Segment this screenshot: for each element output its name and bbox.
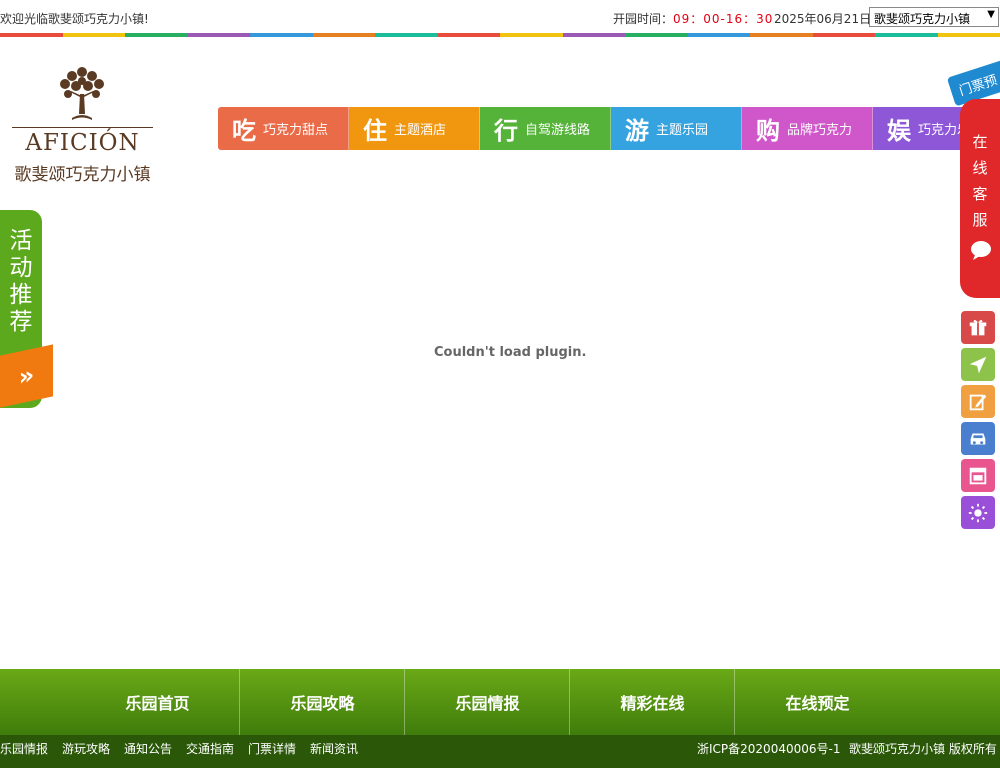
current-date: 2025年06月21日 xyxy=(774,12,872,26)
nav-item-char: 娱 xyxy=(887,117,911,145)
site-select-value: 歌斐颂巧克力小镇 xyxy=(874,12,971,26)
footer-link[interactable]: 交通指南 xyxy=(186,740,234,757)
edit-button[interactable] xyxy=(961,385,995,418)
nav-item-label: 主题酒店 xyxy=(394,123,447,138)
edit-icon xyxy=(969,394,987,410)
footer-link[interactable]: 通知公告 xyxy=(124,740,172,757)
nav-item-3[interactable]: 游主题乐园 xyxy=(611,107,742,150)
layout-icon xyxy=(969,467,987,484)
nav-item-char: 行 xyxy=(494,117,518,145)
footer: 浙ICP备2020040006号-1 歌斐颂巧克力小镇 版权所有 乐园情报 游玩攻… xyxy=(0,735,1000,768)
activity-promo-tab[interactable]: 活动推荐 » xyxy=(0,210,53,408)
nav-item-label: 主题乐园 xyxy=(656,123,709,138)
color-stripe xyxy=(0,33,1000,37)
logo-english: AFICIÓN xyxy=(25,130,140,156)
nav-item-0[interactable]: 吃巧克力甜点 xyxy=(218,107,349,150)
bottom-nav-item[interactable]: 精彩在线 xyxy=(570,669,735,735)
nav-item-label: 品牌巧克力 xyxy=(787,123,853,138)
nav-item-char: 购 xyxy=(756,117,780,145)
footer-link[interactable]: 游玩攻略 xyxy=(62,740,110,757)
copyright-text: 歌斐颂巧克力小镇 版权所有 xyxy=(849,742,997,756)
top-bar: 欢迎光临歌斐颂巧克力小镇! 开园时间： 09：00-16：30 2025年06月… xyxy=(0,0,1000,34)
nav-item-2[interactable]: 行自驾游线路 xyxy=(480,107,611,150)
bottom-nav: 乐园首页 乐园攻略 乐园情报 精彩在线 在线预定 xyxy=(0,669,1000,735)
footer-link[interactable]: 门票详情 xyxy=(248,740,296,757)
nav-item-label: 巧克力甜点 xyxy=(263,123,329,138)
online-service-button[interactable]: 在线客服 xyxy=(960,99,1000,298)
tree-logo-icon xyxy=(60,67,104,120)
bottom-nav-item[interactable]: 乐园情报 xyxy=(405,669,570,735)
nav-item-1[interactable]: 住主题酒店 xyxy=(349,107,480,150)
car-icon xyxy=(970,433,986,444)
chat-bubble-icon xyxy=(971,241,991,260)
logo-chinese: 歌斐颂巧克力小镇 xyxy=(14,165,151,185)
bottom-nav-item[interactable]: 在线预定 xyxy=(735,669,900,735)
footer-link[interactable]: 乐园情报 xyxy=(0,740,48,757)
chevron-down-icon: ▼ xyxy=(987,9,995,20)
double-arrow-icon: » xyxy=(0,344,53,408)
online-service-label: 在线客服 xyxy=(972,133,988,229)
navigation-icon xyxy=(969,356,987,373)
opening-hours: 09：00-16：30 xyxy=(673,12,774,26)
bottom-nav-item[interactable]: 乐园攻略 xyxy=(240,669,405,735)
nav-item-char: 住 xyxy=(363,117,387,145)
nav-item-char: 吃 xyxy=(232,117,256,145)
plugin-error-message: Couldn't load plugin. xyxy=(434,345,587,360)
car-button[interactable] xyxy=(961,422,995,455)
nav-item-char: 游 xyxy=(625,117,649,145)
nav-item-label: 自驾游线路 xyxy=(525,123,591,138)
main-nav: 吃巧克力甜点住主题酒店行自驾游线路游主题乐园购品牌巧克力娱巧克力乐 xyxy=(218,107,1000,150)
opening-hours-label: 开园时间： xyxy=(613,12,674,26)
icp-number: 浙ICP备2020040006号-1 xyxy=(697,742,841,756)
promo-label: 活动推荐 xyxy=(9,228,33,335)
bottom-nav-item[interactable]: 乐园首页 xyxy=(75,669,240,735)
nav-item-4[interactable]: 购品牌巧克力 xyxy=(742,107,873,150)
gift-button[interactable] xyxy=(961,311,995,344)
footer-link[interactable]: 新闻资讯 xyxy=(310,740,358,757)
sun-button[interactable] xyxy=(961,496,995,529)
site-select[interactable]: 歌斐颂巧克力小镇 ▼ xyxy=(869,7,999,27)
navigation-button[interactable] xyxy=(961,348,995,381)
welcome-text: 欢迎光临歌斐颂巧克力小镇! xyxy=(0,12,149,26)
gift-icon xyxy=(969,319,987,335)
sun-icon xyxy=(968,503,988,522)
logo[interactable]: AFICIÓN 歌斐颂巧克力小镇 xyxy=(10,64,155,185)
layout-button[interactable] xyxy=(961,459,995,492)
